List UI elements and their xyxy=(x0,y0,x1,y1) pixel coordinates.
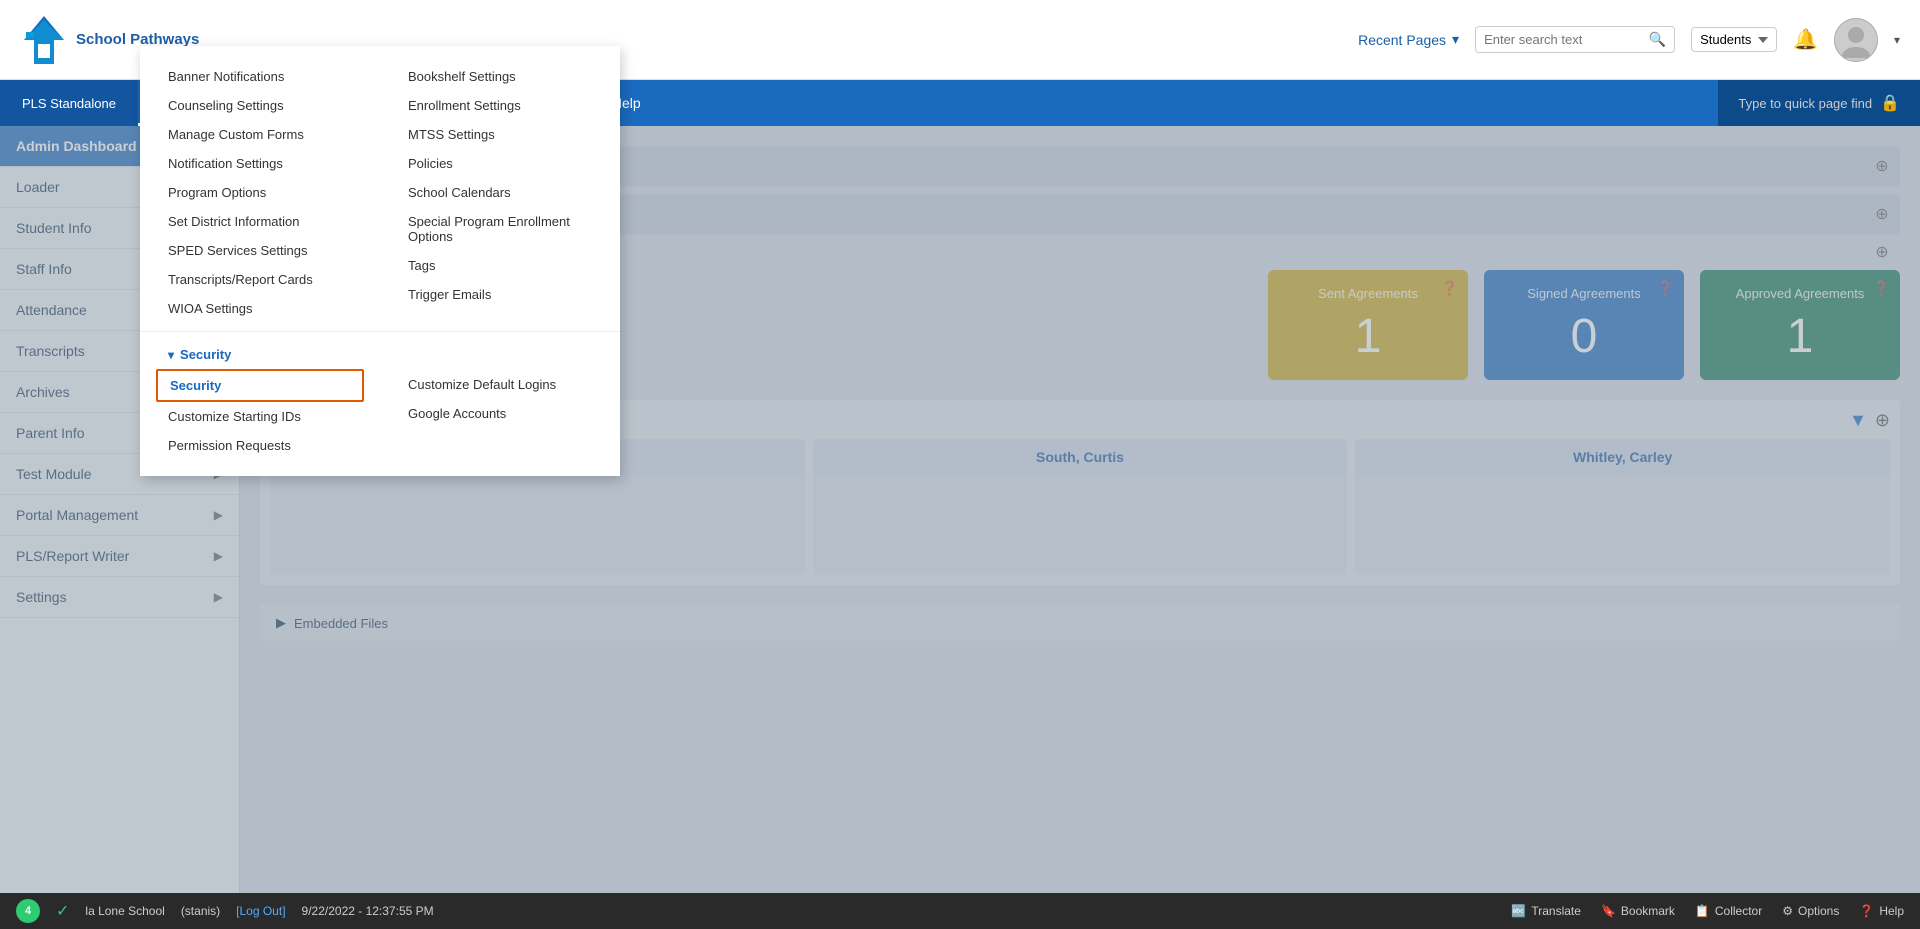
avatar-icon xyxy=(1838,22,1874,58)
recent-pages-button[interactable]: Recent Pages ▾ xyxy=(1358,31,1459,48)
search-box: 🔍 xyxy=(1475,26,1675,53)
status-badge: 4 xyxy=(16,899,40,923)
dropdown-security-col-right: Customize Default Logins Google Accounts xyxy=(380,340,620,460)
dropdown-item-security[interactable]: Security xyxy=(156,369,364,402)
translate-button[interactable]: 🔤 Translate xyxy=(1511,904,1581,918)
chevron-down-icon: ▾ xyxy=(1452,31,1459,48)
dropdown-item-bookshelf-settings[interactable]: Bookshelf Settings xyxy=(396,62,604,91)
dropdown-item-school-calendars[interactable]: School Calendars xyxy=(396,178,604,207)
dropdown-item-manage-custom-forms[interactable]: Manage Custom Forms xyxy=(156,120,364,149)
search-input[interactable] xyxy=(1484,32,1643,47)
students-dropdown[interactable]: Students xyxy=(1691,27,1777,52)
dropdown-item-sped-services-settings[interactable]: SPED Services Settings xyxy=(156,236,364,265)
collector-button[interactable]: 📋 Collector xyxy=(1695,904,1762,918)
logout-link[interactable]: [Log Out] xyxy=(236,904,285,918)
dropdown-item-permission-requests[interactable]: Permission Requests xyxy=(156,431,364,460)
options-button[interactable]: ⚙ Options xyxy=(1782,904,1839,918)
dropdown-item-customize-default-logins[interactable]: Customize Default Logins xyxy=(396,370,604,399)
top-bar-right: Recent Pages ▾ 🔍 Students 🔔 ▾ xyxy=(1358,18,1900,62)
dropdown-item-special-program-enrollment[interactable]: Special Program Enrollment Options xyxy=(396,207,604,251)
avatar-chevron-icon[interactable]: ▾ xyxy=(1894,33,1900,47)
admin-dropdown-menu: Banner Notifications Counseling Settings… xyxy=(140,46,620,476)
datetime: 9/22/2022 - 12:37:55 PM xyxy=(302,904,434,918)
dropdown-item-customize-starting-ids[interactable]: Customize Starting IDs xyxy=(156,402,364,431)
dropdown-item-mtss-settings[interactable]: MTSS Settings xyxy=(396,120,604,149)
bookmark-icon: 🔖 xyxy=(1601,904,1616,918)
dropdown-item-enrollment-settings[interactable]: Enrollment Settings xyxy=(396,91,604,120)
gear-icon: ⚙ xyxy=(1782,904,1793,918)
dropdown-item-wioa-settings[interactable]: WIOA Settings xyxy=(156,294,364,323)
help-icon: ❓ xyxy=(1859,904,1874,918)
dropdown-security-columns: ▾ Security Security Customize Starting I… xyxy=(140,340,620,460)
avatar xyxy=(1834,18,1878,62)
dropdown-col-left: Banner Notifications Counseling Settings… xyxy=(140,62,380,323)
dropdown-item-program-options[interactable]: Program Options xyxy=(156,178,364,207)
dropdown-columns: Banner Notifications Counseling Settings… xyxy=(140,62,620,323)
dropdown-col-right: Bookshelf Settings Enrollment Settings M… xyxy=(380,62,620,323)
dropdown-item-set-district-info[interactable]: Set District Information xyxy=(156,207,364,236)
collector-icon: 📋 xyxy=(1695,904,1710,918)
username: (stanis) xyxy=(181,904,220,918)
status-bar-right: 🔤 Translate 🔖 Bookmark 📋 Collector ⚙ Opt… xyxy=(1511,904,1904,918)
dropdown-item-transcripts-report-cards[interactable]: Transcripts/Report Cards xyxy=(156,265,364,294)
security-section-header[interactable]: ▾ Security xyxy=(156,340,364,369)
dropdown-security-col-left: ▾ Security Security Customize Starting I… xyxy=(140,340,380,460)
school-name: la Lone School xyxy=(85,904,164,918)
quick-find-bar[interactable]: Type to quick page find 🔒 xyxy=(1718,80,1920,126)
dropdown-item-google-accounts[interactable]: Google Accounts xyxy=(396,399,604,428)
translate-icon: 🔤 xyxy=(1511,904,1526,918)
dropdown-item-trigger-emails[interactable]: Trigger Emails xyxy=(396,280,604,309)
help-button[interactable]: ❓ Help xyxy=(1859,904,1904,918)
check-icon: ✓ xyxy=(56,901,69,921)
dropdown-item-banner-notifications[interactable]: Banner Notifications xyxy=(156,62,364,91)
school-pathways-logo-icon xyxy=(20,12,68,68)
dropdown-item-policies[interactable]: Policies xyxy=(396,149,604,178)
security-chevron-icon: ▾ xyxy=(168,348,174,362)
bookmark-button[interactable]: 🔖 Bookmark xyxy=(1601,904,1675,918)
dropdown-item-tags[interactable]: Tags xyxy=(396,251,604,280)
dropdown-item-notification-settings[interactable]: Notification Settings xyxy=(156,149,364,178)
lock-icon: 🔒 xyxy=(1880,93,1900,113)
bell-icon[interactable]: 🔔 xyxy=(1793,27,1818,52)
nav-pls-standalone[interactable]: PLS Standalone xyxy=(0,80,138,126)
status-bar: 4 ✓ la Lone School (stanis) [Log Out] 9/… xyxy=(0,893,1920,929)
search-icon: 🔍 xyxy=(1649,31,1666,48)
dropdown-item-counseling-settings[interactable]: Counseling Settings xyxy=(156,91,364,120)
